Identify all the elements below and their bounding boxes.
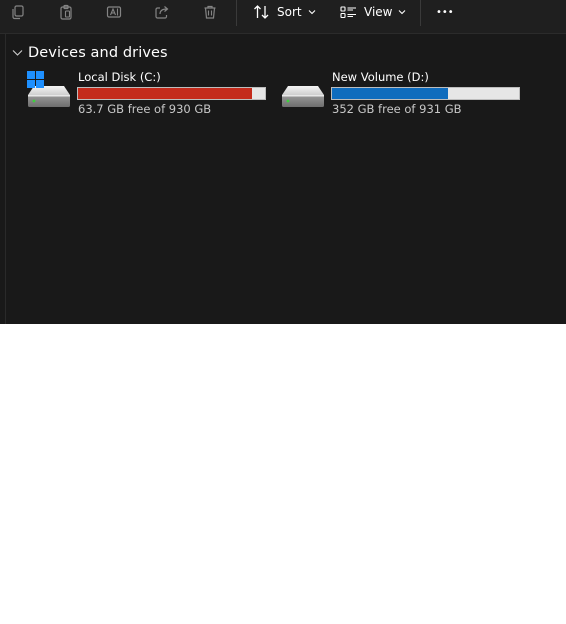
view-list-icon <box>340 4 357 20</box>
command-bar: Sort View ••• <box>0 0 566 34</box>
rename-icon[interactable] <box>104 2 124 22</box>
windows-logo-icon <box>27 71 44 88</box>
chevron-down-icon <box>398 9 406 15</box>
drive-tile-d[interactable]: New Volume (D:) 352 GB free of 931 GB <box>280 68 525 118</box>
drive-usage-fill <box>78 88 253 99</box>
file-explorer-window: Sort View ••• Devices and drives Local D… <box>0 0 566 324</box>
chevron-down-icon <box>12 49 23 57</box>
group-title: Devices and drives <box>28 45 168 61</box>
sort-icon <box>253 4 270 20</box>
navigation-pane-border <box>5 34 6 324</box>
drive-tile-c[interactable]: Local Disk (C:) 63.7 GB free of 930 GB <box>26 68 271 118</box>
toolbar-separator <box>420 0 421 26</box>
delete-icon[interactable] <box>200 2 220 22</box>
more-icon: ••• <box>436 6 454 18</box>
chevron-down-icon <box>308 9 316 15</box>
view-button[interactable]: View <box>340 0 406 24</box>
drive-usage-bar <box>331 87 520 100</box>
drive-usage-bar <box>77 87 266 100</box>
paste-icon[interactable] <box>56 2 76 22</box>
copy-icon[interactable] <box>8 2 28 22</box>
sort-label: Sort <box>277 5 302 19</box>
hard-drive-icon <box>280 70 326 110</box>
more-options-button[interactable]: ••• <box>436 0 454 24</box>
sort-button[interactable]: Sort <box>253 0 316 24</box>
drive-free-space: 352 GB free of 931 GB <box>332 102 462 116</box>
group-header-devices[interactable]: Devices and drives <box>12 43 168 63</box>
toolbar-separator <box>236 0 237 26</box>
drive-name: New Volume (D:) <box>332 70 429 84</box>
drive-free-space: 63.7 GB free of 930 GB <box>78 102 212 116</box>
view-label: View <box>364 5 393 19</box>
drive-name: Local Disk (C:) <box>78 70 161 84</box>
drive-usage-fill <box>332 88 449 99</box>
share-icon[interactable] <box>152 2 172 22</box>
